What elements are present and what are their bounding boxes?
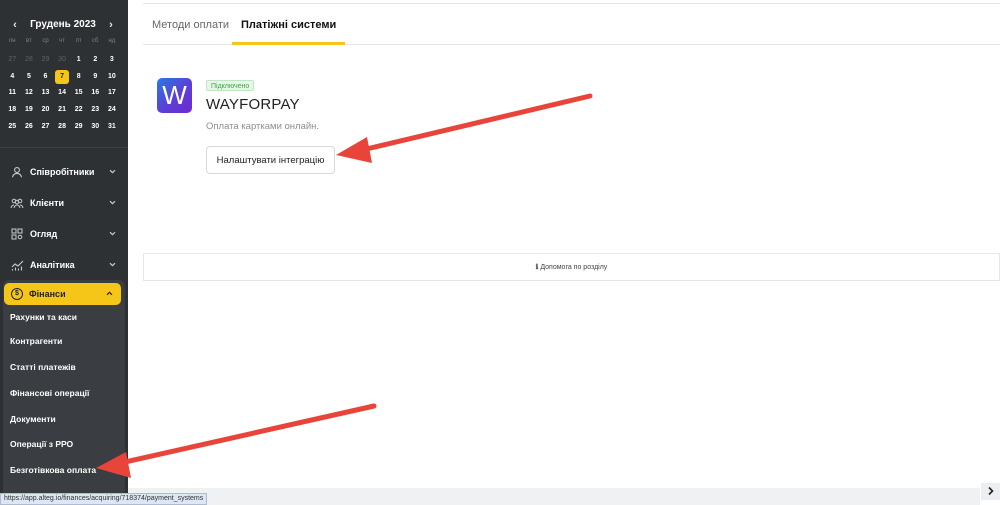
status-bar-url: https://app.alteg.io/finances/acquiring/… (0, 493, 208, 505)
configure-integration-button[interactable]: Налаштувати інтеграцію (206, 146, 335, 174)
dollar-icon: $ (11, 288, 23, 300)
calendar-weekday: вт (25, 38, 32, 44)
analytics-icon (10, 258, 24, 272)
calendar-day[interactable]: 22 (70, 102, 87, 119)
bottom-strip (128, 488, 980, 505)
calendar-month-title: Грудень 2023 (30, 19, 96, 30)
chevron-down-icon (108, 229, 118, 239)
calendar-weekday: сб (92, 38, 99, 44)
calendar-day[interactable]: 6 (37, 69, 54, 86)
calendar-day[interactable]: 5 (21, 69, 38, 86)
submenu-item-financial-operations[interactable]: Фінансові операції (10, 388, 89, 398)
submenu-item-cashless-payment[interactable]: Безготівкова оплата (10, 465, 96, 475)
chevron-down-icon (108, 260, 118, 270)
sidebar: ‹ Грудень 2023 › пн вт ср чт пт сб нд 27 28 29 30 1… (0, 0, 128, 505)
calendar-day[interactable]: 28 (54, 119, 71, 136)
calendar-day[interactable]: 25 (4, 119, 21, 136)
sidebar-item-overview[interactable]: Огляд (0, 218, 128, 249)
calendar-day[interactable]: 30 (87, 119, 104, 136)
calendar-day[interactable]: 27 (37, 119, 54, 136)
calendar-day[interactable]: 23 (87, 102, 104, 119)
calendar-day[interactable]: 30 (54, 52, 71, 69)
help-label: Допомога по розділу (540, 263, 608, 271)
calendar-day[interactable]: 29 (37, 52, 54, 69)
calendar-day[interactable]: 16 (87, 85, 104, 102)
submenu-item-payment-items[interactable]: Статті платежів (10, 362, 76, 372)
calendar-weekday: пн (9, 38, 16, 44)
calendar-day[interactable]: 14 (54, 85, 71, 102)
submenu-item-documents[interactable]: Документи (10, 414, 56, 424)
calendar-day[interactable]: 31 (104, 119, 121, 136)
user-icon (10, 165, 24, 179)
calendar-day[interactable]: 21 (54, 102, 71, 119)
submenu-item-accounts[interactable]: Рахунки та каси (10, 312, 77, 322)
calendar-day[interactable]: 11 (4, 85, 21, 102)
calendar-day[interactable]: 15 (70, 85, 87, 102)
calendar-next-icon[interactable]: › (106, 19, 116, 31)
sidebar-item-label: Клієнти (30, 197, 65, 208)
sidebar-item-finance[interactable]: $ Фінанси (4, 283, 121, 305)
calendar-day[interactable]: 9 (87, 69, 104, 86)
calendar-weekday: нд (108, 38, 116, 44)
calendar-weekday: чт (59, 38, 66, 44)
chevron-down-icon (108, 167, 118, 177)
tab-payment-systems[interactable]: Платіжні системи (232, 5, 346, 45)
chevron-up-icon (105, 289, 114, 300)
calendar-day[interactable]: 1 (70, 52, 87, 69)
sidebar-item-clients[interactable]: Клієнти (0, 187, 128, 218)
calendar-day[interactable]: 19 (21, 102, 38, 119)
calendar-day[interactable]: 26 (21, 119, 38, 136)
calendar-day[interactable]: 13 (37, 85, 54, 102)
calendar-day-today[interactable]: 7 (54, 69, 71, 86)
sidebar-item-label: Огляд (30, 228, 58, 239)
provider-name: WAYFORPAY (206, 96, 300, 113)
sidebar-divider (0, 147, 128, 148)
calendar-day[interactable]: 17 (104, 85, 121, 102)
sidebar-menu: Співробітники Клієнти Огляд Аналітика (0, 156, 128, 280)
sidebar-item-analytics[interactable]: Аналітика (0, 249, 128, 280)
overview-icon (10, 227, 24, 241)
main-content: Методи оплати Платіжні системи W Підключ… (128, 0, 1000, 488)
calendar-day[interactable]: 20 (37, 102, 54, 119)
tabs-bar: Методи оплати Платіжні системи (143, 5, 1000, 45)
calendar-day[interactable]: 10 (104, 69, 121, 86)
calendar-day[interactable]: 2 (87, 52, 104, 69)
status-badge: Підключено (206, 80, 255, 91)
sidebar-item-label: Співробітники (30, 166, 95, 177)
sidebar-item-label: Фінанси (29, 289, 66, 299)
calendar-day[interactable]: 27 (4, 52, 21, 69)
top-divider (143, 3, 1000, 4)
chevron-right-icon (986, 483, 995, 501)
calendar-day[interactable]: 4 (4, 69, 21, 86)
calendar-header: ‹ Грудень 2023 › (0, 0, 128, 32)
tab-payment-methods[interactable]: Методи оплати (152, 5, 229, 45)
calendar-day[interactable]: 29 (70, 119, 87, 136)
submenu-item-rro-operations[interactable]: Операції з РРО (10, 439, 73, 449)
calendar-prev-icon[interactable]: ‹ (10, 19, 20, 31)
wayforpay-logo: W (157, 78, 192, 113)
calendar-weekday: пт (75, 38, 82, 44)
chevron-down-icon (108, 198, 118, 208)
sidebar-item-label: Аналітика (30, 259, 75, 270)
scroll-right-button[interactable] (981, 483, 1000, 500)
calendar-day[interactable]: 3 (104, 52, 121, 69)
provider-description: Оплата картками онлайн. (206, 121, 320, 132)
calendar-day[interactable]: 18 (4, 102, 21, 119)
info-icon: ℹ (535, 264, 539, 271)
calendar-grid: пн вт ср чт пт сб нд 27 28 29 30 1 2 3 4 5 6 7 8 9 10 11 12 13 1… (0, 32, 128, 135)
calendar-day[interactable]: 12 (21, 85, 38, 102)
clients-icon (10, 196, 24, 210)
help-section-link[interactable]: ℹ Допомога по розділу (143, 253, 1000, 281)
calendar-day[interactable]: 28 (21, 52, 38, 69)
sidebar-item-employees[interactable]: Співробітники (0, 156, 128, 187)
calendar-weekday: ср (42, 38, 49, 44)
calendar-day[interactable]: 8 (70, 69, 87, 86)
submenu-item-counterparties[interactable]: Контрагенти (10, 336, 62, 346)
calendar-day[interactable]: 24 (104, 102, 121, 119)
